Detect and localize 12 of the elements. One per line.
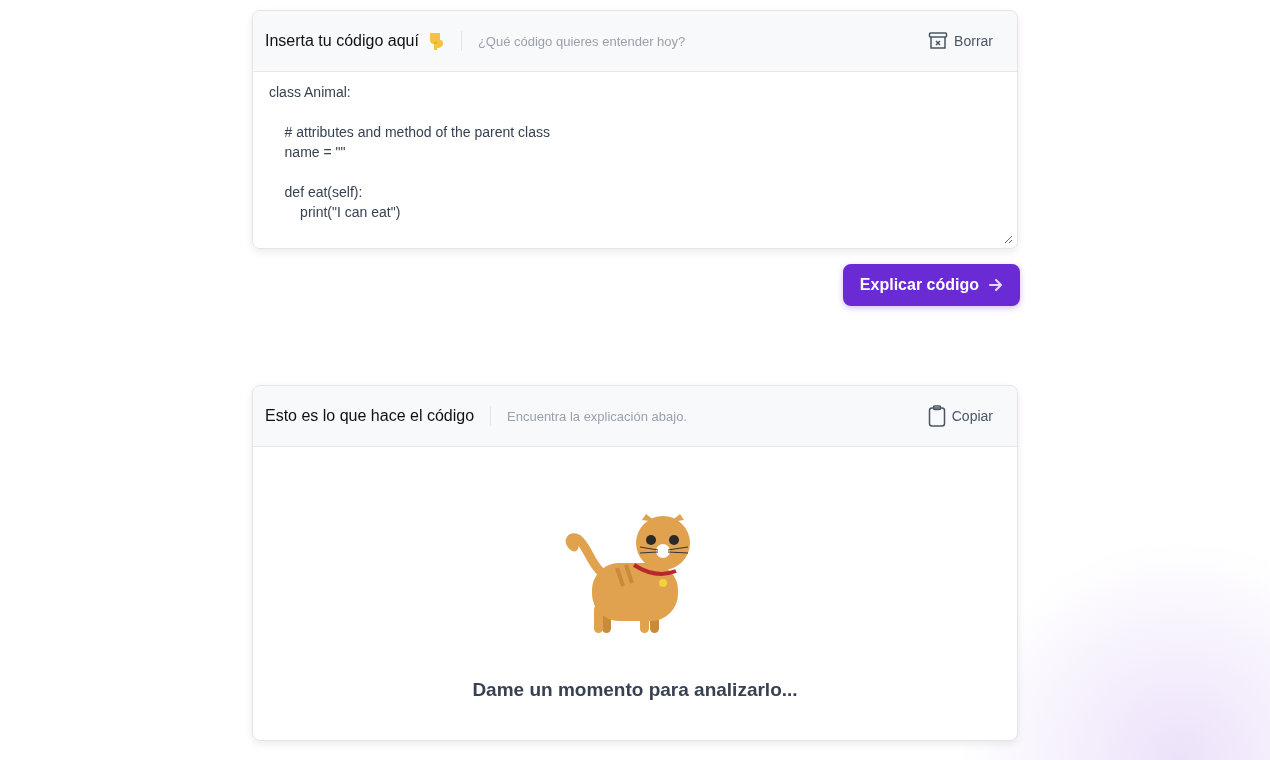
loading-message: Dame un momento para analizarlo... (472, 679, 798, 701)
explain-code-button[interactable]: Explicar código (842, 264, 1020, 306)
code-field[interactable]: class Animal: # attributes and method of the parent class name = "" def eat(self): print("I can eat") (253, 72, 1017, 248)
clipboard-icon (927, 405, 946, 427)
arrow-right-icon (989, 279, 1003, 291)
card-title: Esto es lo que hace el código (265, 407, 475, 425)
card-hint: ¿Qué código quieres entender hoy? (477, 33, 687, 49)
copy-button[interactable]: Copiar (915, 405, 1005, 427)
card-hint: Encuentra la explicación abajo. (507, 408, 688, 424)
archive-box-icon (928, 31, 949, 51)
clear-button[interactable]: Borrar (916, 31, 1005, 51)
card-title: Inserta tu código aquí (265, 32, 419, 50)
